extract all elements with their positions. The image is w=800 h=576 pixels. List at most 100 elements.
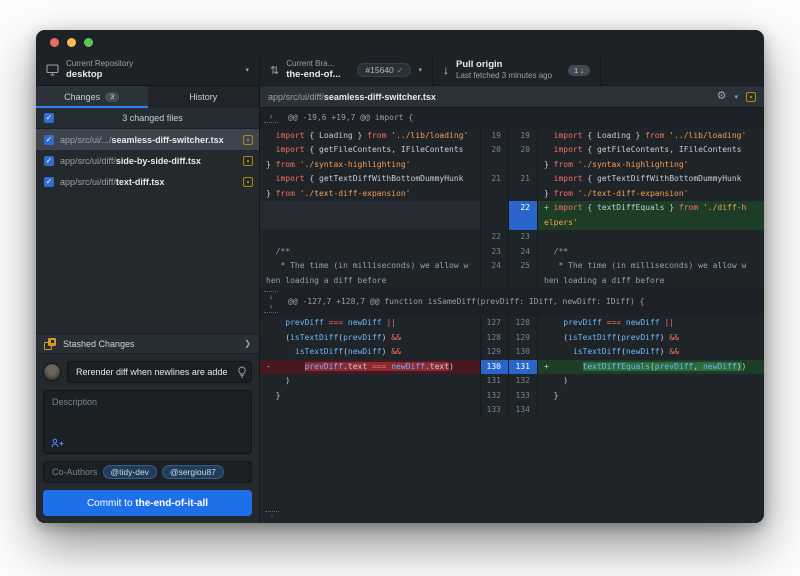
diff-row: )131132 ): [260, 374, 764, 389]
right-code-cell: prevDiff === newDiff ||: [538, 316, 764, 331]
chevron-down-icon: ▾: [245, 66, 249, 74]
left-code-cell: isTextDiff(newDiff) &&: [260, 345, 480, 360]
tab-changes[interactable]: Changes 3: [36, 86, 148, 108]
old-line-number[interactable]: 132: [480, 389, 508, 404]
new-line-number[interactable]: 133: [508, 389, 538, 404]
file-row[interactable]: ✓app/src/ui/diff/text-diff.tsx: [36, 171, 259, 192]
new-line-number[interactable]: 20: [508, 143, 538, 172]
old-line-number[interactable]: 20: [480, 143, 508, 172]
branch-icon: ⇅: [270, 64, 279, 77]
old-line-number[interactable]: 24: [480, 259, 508, 288]
right-code-cell: + textDiffEquals(prevDiff, newDiff)): [538, 360, 764, 375]
zoom-window-button[interactable]: [84, 38, 93, 47]
new-line-number[interactable]: 22: [508, 201, 538, 230]
old-line-number[interactable]: 129: [480, 345, 508, 360]
branch-name: the-end-of...: [286, 69, 350, 81]
old-line-number[interactable]: 21: [480, 172, 508, 201]
stash-icon: [44, 338, 56, 350]
commit-button[interactable]: Commit to the-end-of-it-all: [43, 490, 252, 516]
toolbar: Current Repository desktop ▾ ⇅ Current B…: [36, 55, 764, 86]
pull-request-badge[interactable]: #15640 ✓: [357, 63, 411, 77]
old-line-number[interactable]: 19: [480, 129, 508, 144]
expand-up-button[interactable]: ↑: [264, 303, 278, 313]
desktop-computer-icon: [46, 64, 59, 76]
old-line-number[interactable]: 133: [480, 403, 508, 418]
add-coauthor-icon[interactable]: [51, 438, 64, 448]
file-row[interactable]: ✓app/src/ui/diff/side-by-side-diff.tsx: [36, 150, 259, 171]
new-line-number[interactable]: 19: [508, 129, 538, 144]
right-code-cell: isTextDiff(newDiff) &&: [538, 345, 764, 360]
new-line-number[interactable]: 134: [508, 403, 538, 418]
sidebar: Changes 3 History ✓ 3 changed files ✓app…: [36, 86, 260, 523]
minimize-window-button[interactable]: [67, 38, 76, 47]
old-line-number[interactable]: 22: [480, 230, 508, 245]
diff-row: /**2324 /**: [260, 245, 764, 260]
hunk-header: ↑ @@ -19,6 +19,7 @@ import {: [260, 108, 764, 129]
ci-check-icon: ✓: [397, 66, 404, 75]
current-branch-button[interactable]: ⇅ Current Bra... the-end-of... #15640 ✓ …: [260, 55, 433, 85]
new-line-number[interactable]: 130: [508, 345, 538, 360]
expand-down-button[interactable]: ↓: [264, 291, 278, 301]
modified-status-icon: [243, 177, 253, 187]
old-line-number[interactable]: 131: [480, 374, 508, 389]
diff-row: 133134: [260, 403, 764, 418]
hunk-header-text: @@ -127,7 +128,7 @@ function isSameDiff(…: [288, 295, 644, 310]
old-line-number[interactable]: 130: [480, 360, 508, 375]
chevron-down-icon: ▾: [418, 66, 422, 74]
new-line-number[interactable]: 21: [508, 172, 538, 201]
old-line-number[interactable]: 23: [480, 245, 508, 260]
new-line-number[interactable]: 23: [508, 230, 538, 245]
tab-history[interactable]: History: [148, 86, 260, 108]
commit-description-box: [43, 390, 252, 454]
new-line-number[interactable]: 129: [508, 331, 538, 346]
coauthor-pill[interactable]: @sergiou87: [162, 465, 224, 479]
right-code-cell: }: [538, 389, 764, 404]
coauthors-label: Co-Authors: [52, 467, 98, 477]
diff-file-path: app/src/ui/diff/seamless-diff-switcher.t…: [268, 92, 709, 102]
modified-status-icon: [746, 92, 756, 102]
right-code-cell: [538, 230, 764, 245]
diff-footer: ↓: [260, 500, 764, 523]
diff-row: 22+ import { textDiffEquals } from './di…: [260, 201, 764, 230]
file-checkbox[interactable]: ✓: [44, 135, 54, 145]
new-line-number[interactable]: 25: [508, 259, 538, 288]
hunk-header-text: @@ -19,6 +19,7 @@ import {: [288, 111, 413, 126]
new-line-number[interactable]: 131: [508, 360, 538, 375]
diff-pane: app/src/ui/diff/seamless-diff-switcher.t…: [260, 86, 764, 523]
last-fetched-text: Last fetched 3 minutes ago: [456, 71, 561, 81]
pull-origin-button[interactable]: ↓ Pull origin Last fetched 3 minutes ago…: [433, 55, 601, 85]
stashed-changes-row[interactable]: Stashed Changes ❯: [36, 333, 259, 354]
file-checkbox[interactable]: ✓: [44, 177, 54, 187]
file-checkbox[interactable]: ✓: [44, 156, 54, 166]
changes-count-badge: 3: [105, 92, 119, 102]
expand-up-button[interactable]: ↑: [264, 113, 278, 123]
hunk-header: ↓ ↑ @@ -127,7 +128,7 @@ function isSameDif…: [260, 288, 764, 316]
diff-row: import { getTextDiffWithBottomDummyHunk …: [260, 172, 764, 201]
file-path-label: app/src/ui/.../seamless-diff-switcher.ts…: [60, 135, 237, 145]
commit-summary-input[interactable]: [67, 361, 252, 383]
old-line-number[interactable]: 128: [480, 331, 508, 346]
close-window-button[interactable]: [50, 38, 59, 47]
diff-options-gear-icon[interactable]: ⚙: [717, 91, 727, 102]
diff-row: - prevDiff.text === newDiff.text)130131+…: [260, 360, 764, 375]
current-repository-button[interactable]: Current Repository desktop ▾: [36, 55, 260, 85]
chevron-down-icon[interactable]: ▾: [734, 93, 738, 101]
expand-down-button[interactable]: ↓: [265, 511, 279, 521]
left-code-cell: import { getTextDiffWithBottomDummyHunk …: [260, 172, 480, 201]
new-line-number[interactable]: 132: [508, 374, 538, 389]
left-code-cell: }: [260, 389, 480, 404]
include-all-checkbox[interactable]: ✓: [44, 113, 54, 123]
old-line-number[interactable]: 127: [480, 316, 508, 331]
coauthor-pill[interactable]: @tidy-dev: [103, 465, 157, 479]
new-line-number[interactable]: 128: [508, 316, 538, 331]
lightbulb-icon[interactable]: [237, 366, 247, 378]
new-line-number[interactable]: 24: [508, 245, 538, 260]
file-row[interactable]: ✓ app/src/ui/.../seamless-diff-switcher.t…: [36, 129, 259, 150]
old-line-number[interactable]: [480, 201, 508, 230]
diff-row: * The time (in milliseconds) we allow w …: [260, 259, 764, 288]
left-code-cell: [260, 230, 480, 245]
left-code-cell: prevDiff === newDiff ||: [260, 316, 480, 331]
commit-description-input[interactable]: [44, 391, 251, 437]
diff-row: prevDiff === newDiff ||127128 prevDiff =…: [260, 316, 764, 331]
left-code-cell: /**: [260, 245, 480, 260]
